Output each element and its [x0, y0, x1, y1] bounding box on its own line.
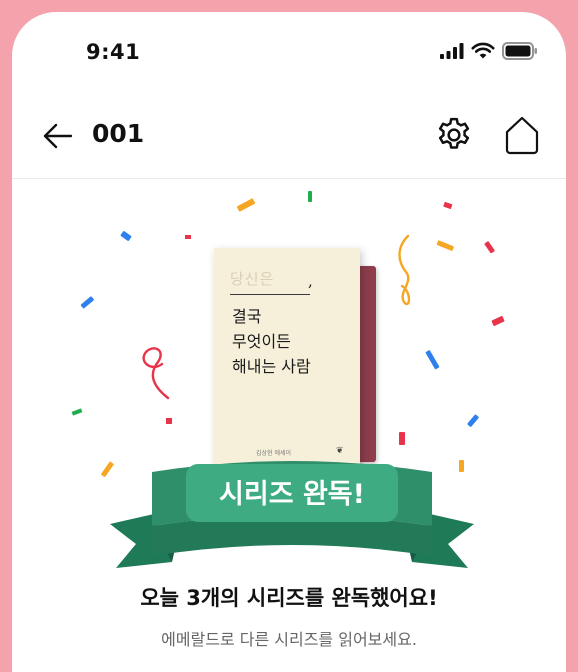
status-bar: 9:41 [12, 12, 566, 92]
wifi-icon [471, 42, 495, 59]
book-title: 결국 무엇이든 해내는 사람 [232, 304, 311, 379]
book-cover: 당신은 , 결국 무엇이든 해내는 사람 김상현 에세이 ❦ [214, 248, 360, 470]
top-nav-bar: 001 [12, 102, 566, 179]
book-title-line: 무엇이든 [232, 332, 291, 351]
page-title: 001 [92, 119, 145, 148]
book-divider [230, 294, 310, 295]
completion-subtext: 에메랄드로 다른 시리즈를 읽어보세요. [161, 630, 417, 649]
gear-icon[interactable] [434, 115, 474, 155]
series-complete-ribbon: 시리즈 완독! [110, 461, 474, 568]
phone-screen: 9:41 001 당신은 , 결국 무엇이든 해내는 사람 김상현 에세이 ❦ … [12, 12, 566, 672]
book-subtitle: 당신은 [230, 270, 275, 288]
book-title-line: 결국 [232, 307, 262, 326]
book-title-line: 해내는 사람 [232, 357, 311, 376]
status-icons [440, 42, 538, 60]
ribbon-label: 시리즈 완독! [219, 479, 365, 510]
cellular-signal-icon [440, 43, 464, 59]
home-icon[interactable] [502, 114, 542, 156]
completion-heading: 오늘 3개의 시리즈를 완독했어요! [140, 586, 438, 610]
battery-icon [502, 42, 537, 60]
book-comma: , [308, 272, 313, 290]
back-arrow-icon[interactable] [40, 118, 76, 154]
status-time: 9:41 [86, 40, 141, 64]
